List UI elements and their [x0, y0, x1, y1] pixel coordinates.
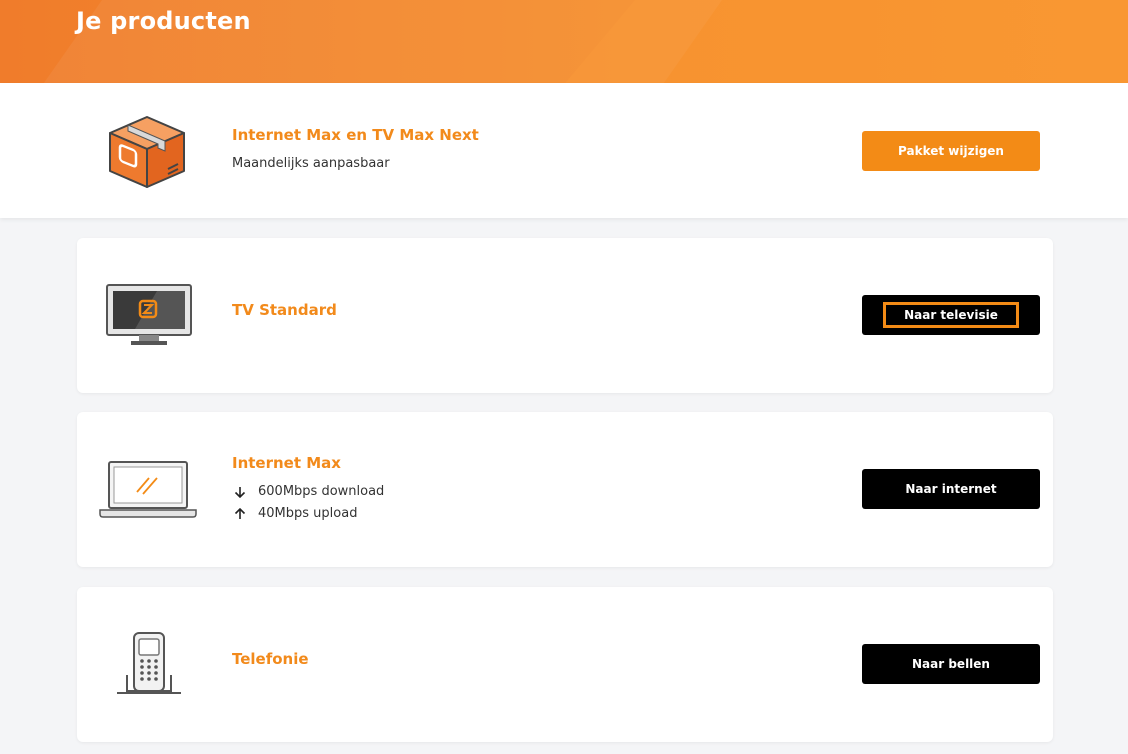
product-title: TV Standard — [232, 301, 337, 319]
go-to-calling-button[interactable]: Naar bellen — [862, 644, 1040, 684]
focus-outline: Naar televisie — [883, 302, 1019, 328]
download-speed: 600Mbps download — [258, 484, 385, 499]
package-box-icon — [106, 113, 188, 195]
arrow-down-icon — [232, 486, 248, 498]
page-header: Je producten — [0, 0, 1128, 83]
product-title: Internet Max — [232, 454, 341, 472]
go-to-internet-button[interactable]: Naar internet — [862, 469, 1040, 509]
phone-icon — [115, 631, 183, 703]
change-package-button[interactable]: Pakket wijzigen — [862, 131, 1040, 171]
header-decoration — [565, 0, 1128, 83]
upload-speed-row: 40Mbps upload — [232, 506, 357, 521]
laptop-icon — [99, 460, 197, 524]
package-subtitle: Maandelijks aanpasbaar — [232, 156, 390, 171]
tv-icon — [105, 283, 193, 351]
package-title: Internet Max en TV Max Next — [232, 126, 479, 144]
download-speed-row: 600Mbps download — [232, 484, 384, 499]
go-to-television-label: Naar televisie — [904, 308, 998, 322]
go-to-television-button[interactable]: Naar televisie — [862, 295, 1040, 335]
product-card-tv: TV Standard Naar televisie — [77, 238, 1053, 393]
upload-speed: 40Mbps upload — [258, 506, 358, 521]
product-card-phone: Telefonie Naar bellen — [77, 587, 1053, 742]
page-title: Je producten — [76, 7, 251, 35]
product-card-internet: Internet Max 600Mbps download 40Mbps upl… — [77, 412, 1053, 567]
product-title: Telefonie — [232, 650, 309, 668]
package-section: Internet Max en TV Max Next Maandelijks … — [0, 83, 1128, 218]
arrow-up-icon — [232, 507, 248, 520]
